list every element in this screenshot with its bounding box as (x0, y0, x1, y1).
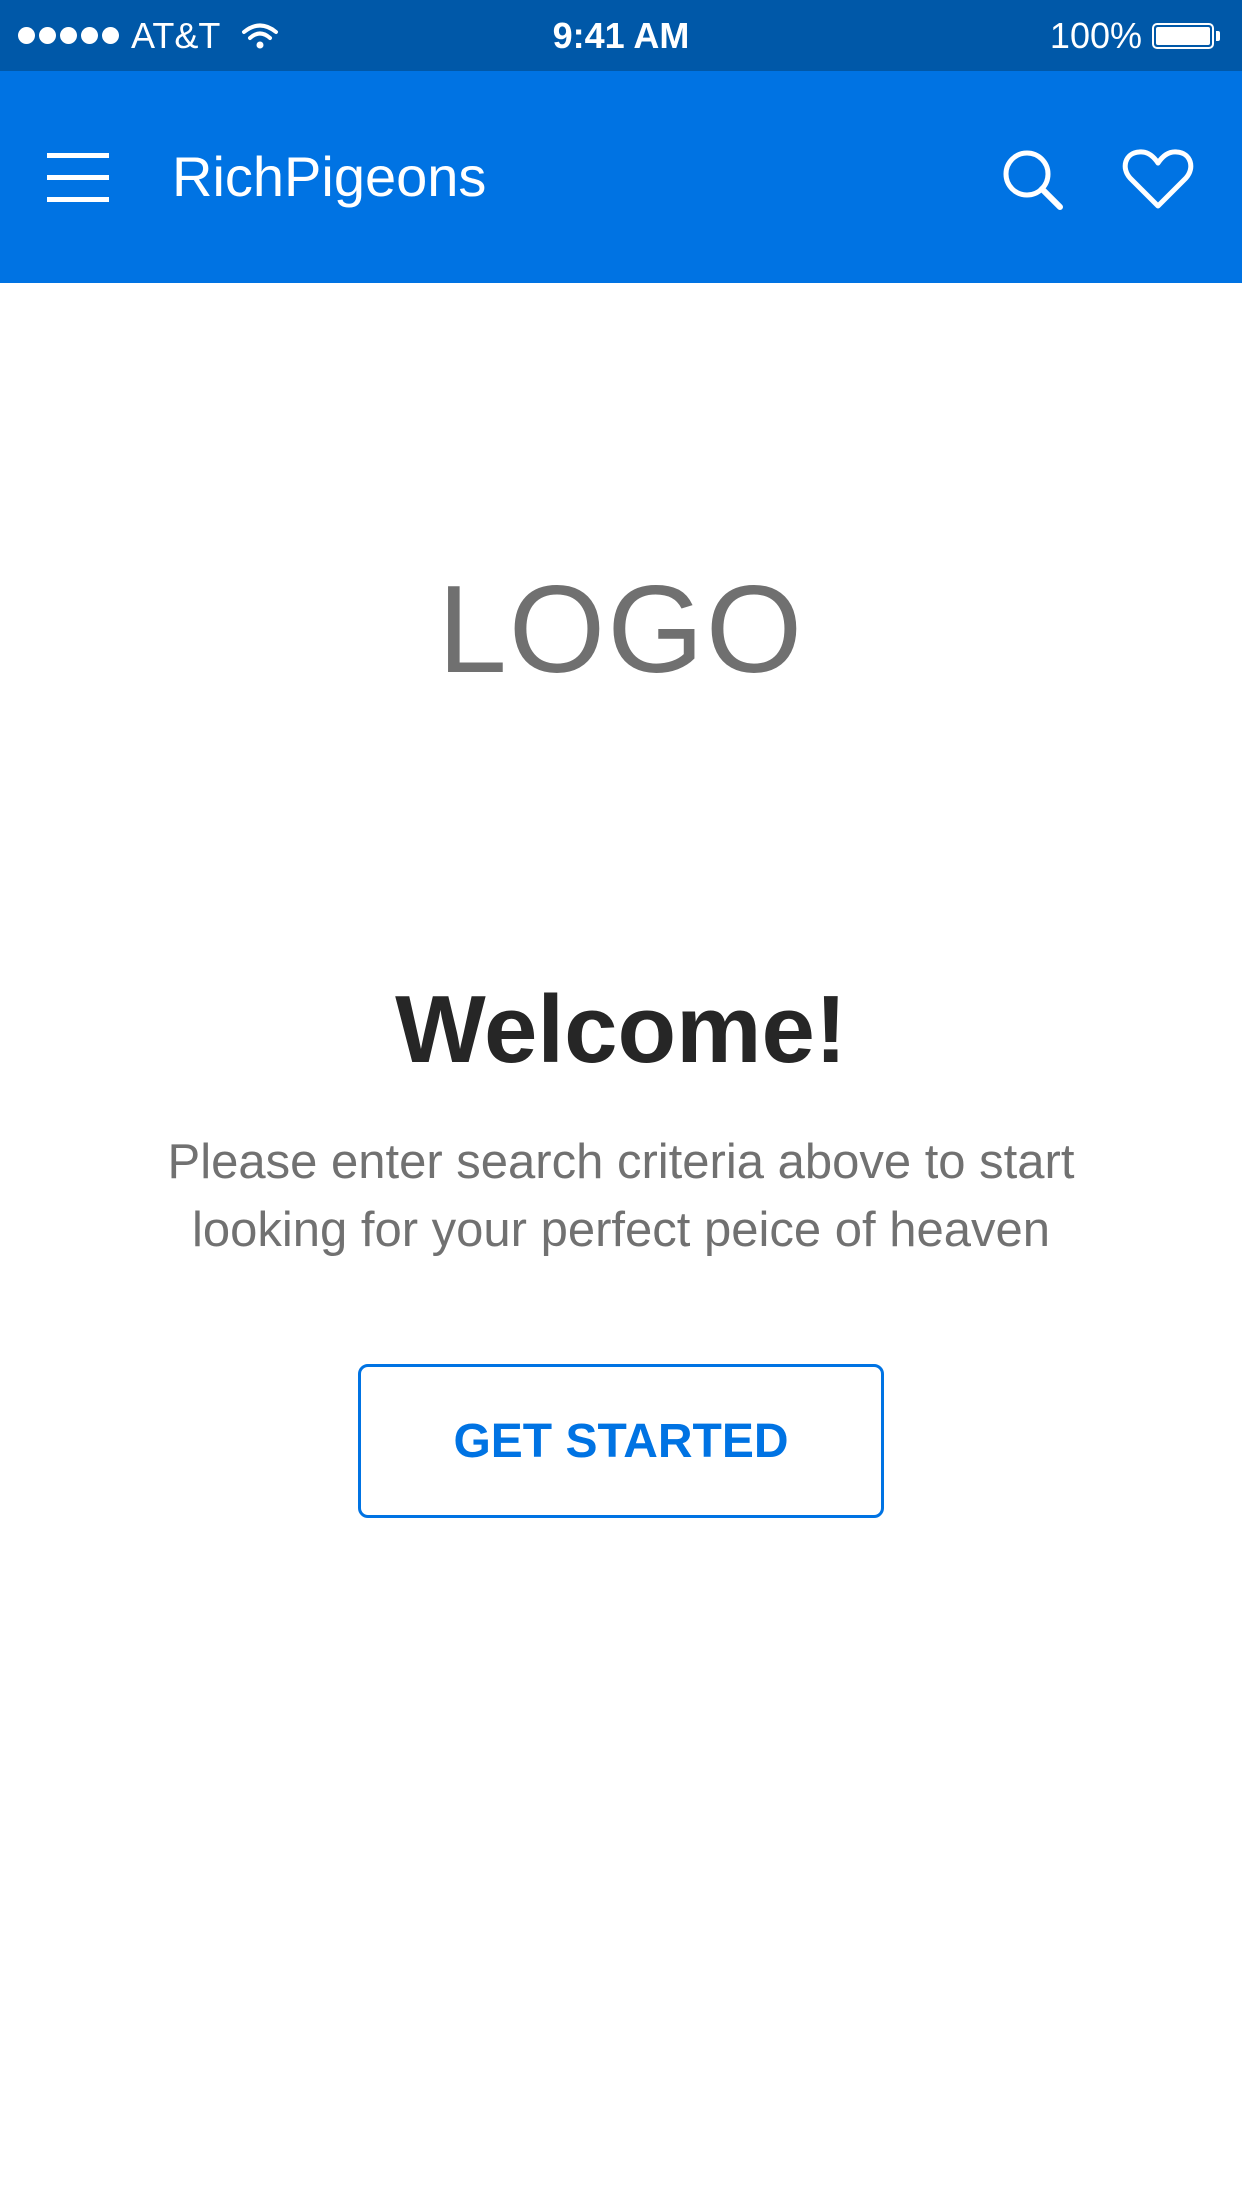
logo-placeholder: LOGO (437, 561, 805, 699)
app-title: RichPigeons (172, 145, 487, 208)
battery-icon (1152, 21, 1224, 51)
get-started-button[interactable]: GET STARTED (358, 1364, 884, 1518)
favorites-button[interactable] (1108, 139, 1208, 219)
status-bar: AT&T 9:41 AM 100% (0, 0, 1242, 71)
battery-status: 100% (1050, 0, 1224, 71)
menu-button[interactable] (30, 137, 126, 217)
battery-percent: 100% (1049, 14, 1142, 56)
search-button[interactable] (982, 139, 1082, 219)
heart-icon (1122, 149, 1194, 209)
hamburger-menu-icon (47, 153, 109, 202)
subtitle-line: looking for your perfect peice of heaven (191, 1203, 1051, 1257)
welcome-subtitle: Please enter search criteria above to st… (100, 1128, 1142, 1264)
subtitle-line: Please enter search criteria above to st… (167, 1135, 1075, 1189)
search-icon (1003, 150, 1063, 210)
app-bar: RichPigeons (0, 71, 1242, 283)
welcome-heading: Welcome! (395, 976, 847, 1083)
